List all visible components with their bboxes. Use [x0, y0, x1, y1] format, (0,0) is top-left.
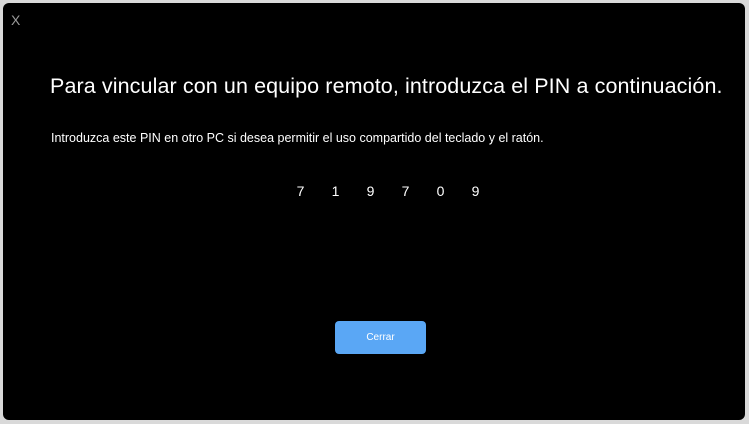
pin-digit: 9	[366, 183, 375, 199]
close-icon[interactable]: X	[11, 13, 20, 27]
pin-pairing-dialog: X Para vincular con un equipo remoto, in…	[3, 3, 745, 420]
dialog-heading: Para vincular con un equipo remoto, intr…	[50, 74, 723, 98]
pin-digit: 7	[296, 183, 305, 199]
pin-code: 7 1 9 7 0 9	[283, 183, 493, 199]
pin-digit: 9	[471, 183, 480, 199]
close-button[interactable]: Cerrar	[335, 321, 426, 354]
pin-digit: 1	[331, 183, 340, 199]
dialog-instructions: Introduzca este PIN en otro PC si desea …	[51, 131, 544, 145]
pin-digit: 7	[401, 183, 410, 199]
pin-digit: 0	[436, 183, 445, 199]
